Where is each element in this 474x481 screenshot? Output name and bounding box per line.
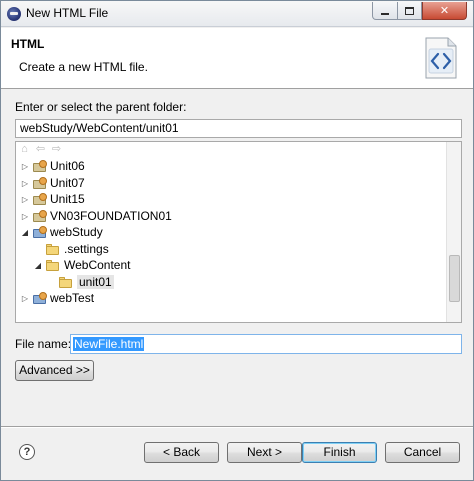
home-icon[interactable]: ⌂ [18, 143, 31, 155]
window-title: New HTML File [26, 6, 109, 20]
back-arrow-icon[interactable]: ⇦ [34, 143, 47, 155]
close-button[interactable]: ✕ [422, 2, 467, 20]
tree-item-label: webStudy [50, 225, 103, 239]
wizard-header: HTML Create a new HTML file. [1, 28, 473, 89]
tree-item-webcontent[interactable]: ◢ WebContent [33, 257, 131, 273]
folder-icon [46, 243, 60, 255]
tree-item-vn03foundation01[interactable]: ▷ VN03FOUNDATION01 [20, 208, 172, 224]
tree-item-label: WebContent [64, 258, 131, 272]
new-html-file-dialog: New HTML File ✕ HTML Create a new HTML f… [0, 0, 474, 481]
expand-icon[interactable]: ▷ [20, 162, 30, 171]
tree-scrollbar[interactable] [446, 142, 461, 322]
expand-icon[interactable]: ▷ [20, 179, 30, 188]
tree-item-label: Unit06 [50, 159, 85, 173]
file-name-label: File name: [15, 337, 72, 351]
file-name-value: NewFile.html [73, 337, 145, 351]
project-icon [33, 176, 47, 190]
html-file-wizard-icon [425, 37, 457, 79]
tree-item-unit01[interactable]: unit01 [59, 274, 114, 290]
web-project-icon [33, 225, 47, 239]
tree-item-webtest[interactable]: ▷ webTest [20, 290, 94, 306]
tree-item-unit06[interactable]: ▷ Unit06 [20, 158, 85, 174]
minimize-button[interactable] [372, 2, 398, 20]
tree-item-webstudy[interactable]: ◢ webStudy [20, 224, 103, 240]
parent-folder-label: Enter or select the parent folder: [15, 100, 187, 114]
maximize-button[interactable] [397, 2, 422, 20]
tree-item-settings[interactable]: .settings [46, 241, 109, 257]
title-bar[interactable]: New HTML File ✕ [1, 1, 473, 27]
help-icon[interactable]: ? [19, 444, 35, 460]
eclipse-app-icon [7, 7, 21, 21]
button-bar-separator [1, 426, 473, 428]
parent-folder-input[interactable]: webStudy/WebContent/unit01 [15, 119, 462, 138]
tree-item-unit07[interactable]: ▷ Unit07 [20, 175, 85, 191]
page-title: HTML [11, 37, 45, 51]
cancel-button[interactable]: Cancel [385, 442, 460, 463]
project-icon [33, 159, 47, 173]
forward-arrow-icon[interactable]: ⇨ [50, 143, 63, 155]
tree-item-label: .settings [64, 242, 109, 256]
tree-item-label: VN03FOUNDATION01 [50, 209, 172, 223]
close-icon: ✕ [439, 5, 450, 17]
expand-icon[interactable]: ▷ [20, 195, 30, 204]
expand-icon[interactable]: ▷ [20, 212, 30, 221]
next-button[interactable]: Next > [227, 442, 302, 463]
tree-item-unit15[interactable]: ▷ Unit15 [20, 191, 85, 207]
minimize-icon [381, 12, 389, 15]
tree-item-label: unit01 [77, 275, 114, 289]
tree-item-label: webTest [50, 291, 95, 305]
tree-item-label: Unit15 [50, 192, 85, 206]
scrollbar-thumb[interactable] [449, 255, 460, 302]
folder-icon [59, 276, 73, 288]
collapse-icon[interactable]: ◢ [20, 228, 30, 237]
project-icon [33, 192, 47, 206]
folder-open-icon [46, 259, 60, 271]
page-description: Create a new HTML file. [19, 60, 148, 74]
finish-button[interactable]: Finish [302, 442, 377, 463]
tree-nav-toolbar: ⌂ ⇦ ⇨ [18, 143, 63, 157]
maximize-icon [405, 6, 414, 15]
project-icon [33, 209, 47, 223]
file-name-input[interactable]: NewFile.html [70, 334, 462, 354]
collapse-icon[interactable]: ◢ [33, 261, 43, 270]
tree-item-label: Unit07 [50, 176, 85, 190]
folder-tree[interactable]: ⌂ ⇦ ⇨ ▷ Unit06 ▷ Unit07 ▷ Unit15 ▷ VN03F… [15, 141, 462, 323]
expand-icon[interactable]: ▷ [20, 294, 30, 303]
back-button[interactable]: < Back [144, 442, 219, 463]
advanced-button[interactable]: Advanced >> [15, 360, 94, 381]
web-project-icon [33, 291, 47, 305]
